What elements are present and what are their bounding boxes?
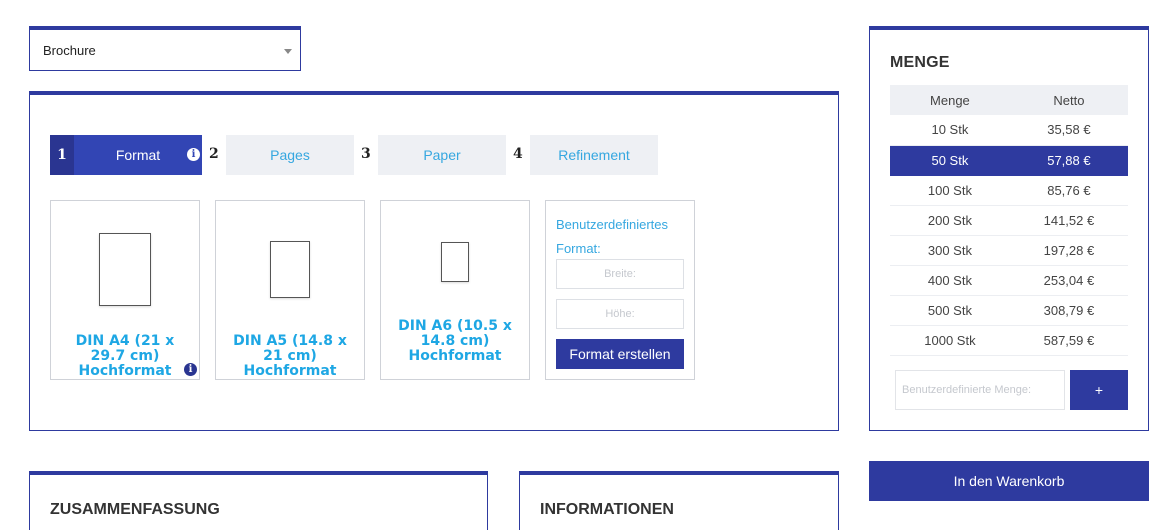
height-input[interactable]	[556, 299, 684, 329]
table-row[interactable]: 300 Stk 197,28 €	[890, 235, 1128, 266]
row-quantity: 10 Stk	[890, 115, 1010, 146]
create-format-button[interactable]: Format erstellen	[556, 339, 684, 369]
summary-heading: ZUSAMMENFASSUNG	[50, 501, 220, 518]
table-row-selected[interactable]: 50 Stk 57,88 €	[890, 145, 1128, 176]
row-quantity: 50 Stk	[890, 145, 1010, 176]
row-net: 308,79 €	[1009, 295, 1128, 326]
quantity-panel: MENGE Menge Netto 10 Stk 35,58 € 50 Stk 57…	[869, 26, 1149, 431]
row-quantity: 400 Stk	[890, 265, 1010, 296]
column-header-net: Netto	[1009, 85, 1128, 115]
table-row[interactable]: 10 Stk 35,58 €	[890, 115, 1128, 146]
summary-panel: ZUSAMMENFASSUNG	[29, 471, 488, 530]
row-net: 197,28 €	[1009, 235, 1128, 266]
info-icon[interactable]: i	[187, 148, 200, 161]
row-quantity: 500 Stk	[890, 295, 1010, 326]
configuration-panel: 1 Format i 2 Pages 3 Paper 4 Refinement …	[29, 91, 839, 431]
tab-paper-label: Paper	[423, 147, 461, 163]
tab-format-label: Format	[115, 147, 161, 163]
chevron-down-icon	[284, 49, 292, 54]
custom-format-title: Benutzerdefiniertes Format:	[556, 217, 669, 256]
table-row[interactable]: 100 Stk 85,76 €	[890, 175, 1128, 206]
table-row[interactable]: 500 Stk 308,79 €	[890, 295, 1128, 326]
row-quantity: 1000 Stk	[890, 325, 1010, 356]
row-net: 35,58 €	[1009, 115, 1128, 146]
format-option-a6[interactable]: DIN A6 (10.5 x 14.8 cm) Hochformat	[380, 200, 530, 380]
tab-refinement-label: Refinement	[558, 147, 630, 163]
custom-format-card: Benutzerdefiniertes Format: Format erste…	[545, 200, 695, 380]
format-a6-label: DIN A6 (10.5 x 14.8 cm) Hochformat	[398, 318, 512, 364]
step-number-4: 4	[513, 146, 523, 162]
width-input[interactable]	[556, 259, 684, 289]
step-number-2: 2	[209, 146, 219, 162]
tab-refinement[interactable]: Refinement	[530, 135, 658, 175]
row-quantity: 100 Stk	[890, 175, 1010, 206]
row-net: 57,88 €	[1009, 145, 1128, 176]
step-number-1[interactable]: 1	[50, 135, 74, 175]
table-row[interactable]: 400 Stk 253,04 €	[890, 265, 1128, 296]
format-option-a4[interactable]: DIN A4 (21 x 29.7 cm) Hochformat i	[50, 200, 200, 380]
information-heading: INFORMATIONEN	[540, 501, 674, 518]
product-select[interactable]: Brochure	[29, 26, 301, 71]
tab-format[interactable]: Format	[74, 135, 202, 175]
quantity-heading: MENGE	[890, 54, 950, 71]
table-row[interactable]: 1000 Stk 587,59 €	[890, 325, 1128, 356]
paper-a4-icon	[99, 233, 151, 306]
product-select-value: Brochure	[43, 43, 96, 58]
format-a5-label: DIN A5 (14.8 x 21 cm) Hochformat	[233, 333, 347, 379]
custom-quantity-input[interactable]	[895, 370, 1065, 410]
format-option-a5[interactable]: DIN A5 (14.8 x 21 cm) Hochformat	[215, 200, 365, 380]
add-quantity-button[interactable]: +	[1070, 370, 1128, 410]
tab-paper[interactable]: Paper	[378, 135, 506, 175]
paper-a5-icon	[270, 241, 310, 298]
row-net: 141,52 €	[1009, 205, 1128, 236]
quantity-table: Menge Netto 10 Stk 35,58 € 50 Stk 57,88 € …	[890, 85, 1128, 356]
table-row[interactable]: 200 Stk 141,52 €	[890, 205, 1128, 236]
tab-pages-label: Pages	[270, 147, 310, 163]
row-net: 85,76 €	[1009, 175, 1128, 206]
row-quantity: 200 Stk	[890, 205, 1010, 236]
step-number-3: 3	[361, 146, 371, 162]
row-quantity: 300 Stk	[890, 235, 1010, 266]
row-net: 253,04 €	[1009, 265, 1128, 296]
column-header-quantity: Menge	[890, 85, 1010, 115]
add-to-cart-button[interactable]: In den Warenkorb	[869, 461, 1149, 501]
paper-a6-icon	[441, 242, 469, 282]
tab-pages[interactable]: Pages	[226, 135, 354, 175]
information-panel: INFORMATIONEN	[519, 471, 839, 530]
row-net: 587,59 €	[1009, 325, 1128, 356]
format-a4-label: DIN A4 (21 x 29.7 cm) Hochformat	[75, 333, 175, 379]
info-icon[interactable]: i	[184, 363, 197, 376]
